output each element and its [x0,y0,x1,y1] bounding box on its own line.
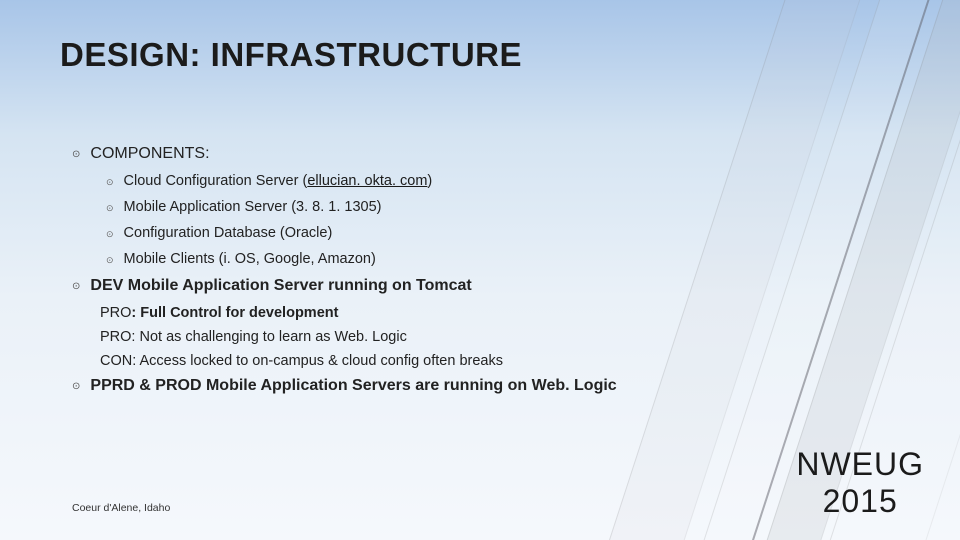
brand-block: NWEUG 2015 [796,446,924,520]
dev-heading-row: ⊙ DEV Mobile Application Server running … [72,277,792,295]
list-item: ⊙ Mobile Clients (i. OS, Google, Amazon) [106,251,792,267]
dev-pro2: PRO: Not as challenging to learn as Web.… [100,329,792,345]
components-heading-row: ⊙ COMPONENTS: [72,145,792,163]
config-server-link[interactable]: ellucian. okta. com [307,173,427,189]
dev-pro1: PRO: Full Control for development [100,305,792,321]
pprd-text: PPRD & PROD Mobile Application Servers a… [90,377,616,395]
pprd-row: ⊙ PPRD & PROD Mobile Application Servers… [72,377,792,395]
dev-con: CON: Access locked to on-campus & cloud … [100,353,792,369]
component-text: Configuration Database (Oracle) [124,225,333,241]
bullet-icon: ⊙ [72,381,80,392]
brand-line1: NWEUG [796,446,924,483]
component-text: Mobile Application Server (3. 8. 1. 1305… [124,199,382,215]
bullet-icon: ⊙ [106,229,114,240]
footer-location: Coeur d'Alene, Idaho [72,502,170,514]
text-prefix: Cloud Configuration Server ( [124,173,308,189]
components-list: ⊙ Cloud Configuration Server (ellucian. … [106,173,792,267]
bullet-icon: ⊙ [106,203,114,214]
slide: DESIGN: INFRASTRUCTURE ⊙ COMPONENTS: ⊙ C… [0,0,960,540]
text-suffix: ) [427,173,432,189]
list-item: ⊙ Configuration Database (Oracle) [106,225,792,241]
component-text: Mobile Clients (i. OS, Google, Amazon) [124,251,376,267]
list-item: ⊙ Mobile Application Server (3. 8. 1. 13… [106,199,792,215]
bullet-icon: ⊙ [106,255,114,266]
components-heading: COMPONENTS: [90,145,209,163]
brand-line2: 2015 [796,483,924,520]
pro-label: PRO [100,305,131,321]
list-item: ⊙ Cloud Configuration Server (ellucian. … [106,173,792,189]
dev-heading: DEV Mobile Application Server running on… [90,277,471,295]
component-text: Cloud Configuration Server (ellucian. ok… [124,173,433,189]
bullet-icon: ⊙ [106,177,114,188]
slide-title: DESIGN: INFRASTRUCTURE [60,36,522,74]
bullet-icon: ⊙ [72,281,80,292]
pro-text: : Full Control for development [131,305,338,321]
bullet-icon: ⊙ [72,149,80,160]
slide-body: ⊙ COMPONENTS: ⊙ Cloud Configuration Serv… [72,145,792,405]
dev-details: PRO: Full Control for development PRO: N… [100,305,792,369]
